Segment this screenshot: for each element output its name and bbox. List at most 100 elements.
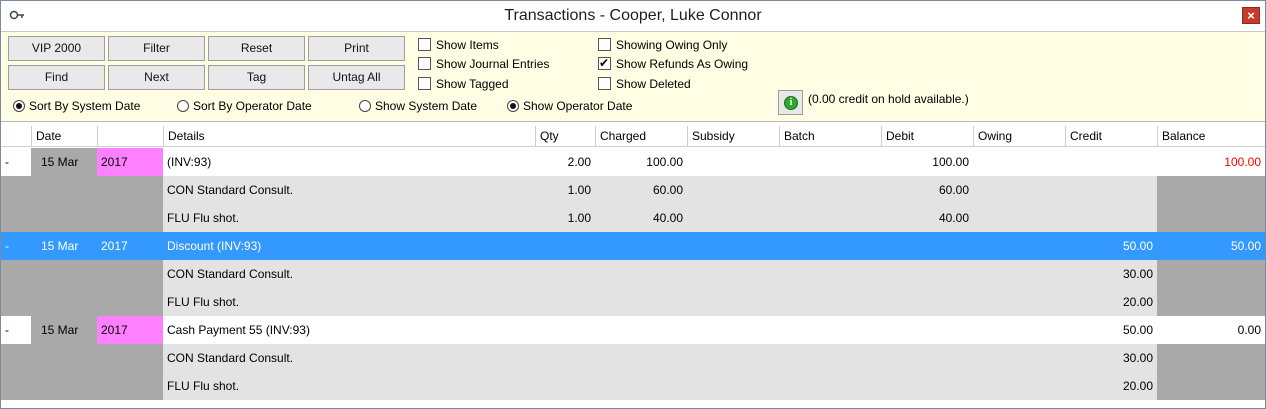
sort-system-date-radio[interactable]: Sort By System Date: [13, 98, 140, 114]
sort-operator-date-dot[interactable]: [177, 100, 189, 112]
item-row[interactable]: CON Standard Consult. 1.00 60.00 60.00: [1, 176, 1265, 204]
details-cell: CON Standard Consult.: [167, 183, 294, 197]
qty-cell: 1.00: [567, 211, 591, 225]
credit-cell: [1065, 176, 1157, 204]
next-button[interactable]: Next: [108, 65, 205, 90]
marker-cell: [1, 260, 31, 288]
refunds-owing-label: Show Refunds As Owing: [616, 57, 749, 71]
owing-only-checkbox[interactable]: Showing Owing Only: [598, 37, 727, 53]
balance-cell: [1157, 176, 1265, 204]
balance-cell: 50.00: [1230, 239, 1261, 253]
transaction-row[interactable]: - 15 Mar 2017 Discount (INV:93) 50.00 50.00: [1, 232, 1265, 260]
toolbar: VIP 2000 Filter Reset Print Find Next Ta…: [1, 32, 1265, 122]
year-cell: [97, 372, 163, 400]
refunds-owing-checkbox[interactable]: Show Refunds As Owing: [598, 55, 749, 72]
sort-operator-date-label: Sort By Operator Date: [193, 99, 312, 113]
owing-only-box[interactable]: [598, 38, 611, 51]
credit-cell: 20.00: [1122, 379, 1153, 393]
debit-cell: 60.00: [938, 183, 969, 197]
show-system-date-dot[interactable]: [359, 100, 371, 112]
item-row[interactable]: FLU Flu shot. 20.00: [1, 372, 1265, 400]
charged-cell: [595, 260, 687, 288]
show-operator-date-radio[interactable]: Show Operator Date: [507, 98, 632, 114]
balance-cell: 100.00: [1224, 155, 1261, 169]
year-cell: 2017: [97, 316, 163, 344]
sort-system-date-dot[interactable]: [13, 100, 25, 112]
show-journal-checkbox[interactable]: Show Journal Entries: [418, 56, 549, 72]
show-deleted-box[interactable]: [598, 77, 611, 90]
transaction-row[interactable]: - 15 Mar 2017 Cash Payment 55 (INV:93) 50.00…: [1, 316, 1265, 344]
col-qty[interactable]: Qty: [535, 126, 595, 146]
transaction-row[interactable]: - 15 Mar 2017 (INV:93) 2.00 100.00 100.00 100.0…: [1, 148, 1265, 176]
date-cell: [31, 288, 97, 316]
col-credit[interactable]: Credit: [1065, 126, 1157, 146]
details-cell: FLU Flu shot.: [167, 295, 240, 309]
find-button[interactable]: Find: [8, 65, 105, 90]
col-details[interactable]: Details: [163, 126, 535, 146]
qty-cell: [535, 232, 595, 260]
qty-cell: 2.00: [567, 155, 591, 169]
show-system-date-radio[interactable]: Show System Date: [359, 98, 477, 114]
year-cell: 2017: [97, 148, 163, 176]
charged-cell: [595, 344, 687, 372]
show-tagged-checkbox[interactable]: Show Tagged: [418, 76, 509, 92]
item-row[interactable]: FLU Flu shot. 1.00 40.00 40.00: [1, 204, 1265, 232]
col-subsidy[interactable]: Subsidy: [687, 126, 779, 146]
show-deleted-checkbox[interactable]: Show Deleted: [598, 76, 691, 92]
item-row[interactable]: CON Standard Consult. 30.00: [1, 344, 1265, 372]
col-charged[interactable]: Charged: [595, 126, 687, 146]
year-cell: [97, 204, 163, 232]
show-operator-date-label: Show Operator Date: [523, 99, 633, 113]
col-batch[interactable]: Batch: [779, 126, 881, 146]
window-title: Transactions - Cooper, Luke Connor: [504, 7, 762, 24]
date-cell: [31, 204, 97, 232]
col-balance[interactable]: Balance: [1157, 126, 1265, 146]
qty-cell: [535, 316, 595, 344]
item-row[interactable]: CON Standard Consult. 30.00: [1, 260, 1265, 288]
show-items-box[interactable]: [418, 38, 431, 51]
tag-button[interactable]: Tag: [208, 65, 305, 90]
debit-cell: [881, 316, 973, 344]
marker-cell: [1, 288, 31, 316]
untag-all-button[interactable]: Untag All: [308, 65, 405, 90]
col-year[interactable]: [97, 126, 163, 146]
show-journal-label: Show Journal Entries: [436, 57, 550, 71]
details-cell: FLU Flu shot.: [167, 211, 240, 225]
details-cell: CON Standard Consult.: [167, 351, 294, 365]
transactions-grid: Date Details Qty Charged Subsidy Batch D…: [1, 122, 1265, 408]
col-owing[interactable]: Owing: [973, 126, 1065, 146]
reset-button[interactable]: Reset: [208, 36, 305, 61]
details-cell: Cash Payment 55 (INV:93): [167, 323, 310, 337]
show-operator-date-dot[interactable]: [507, 100, 519, 112]
info-icon: i: [784, 96, 798, 110]
date-cell: 15 Mar: [31, 148, 97, 176]
transactions-window: Transactions - Cooper, Luke Connor × VIP…: [0, 0, 1266, 409]
show-items-checkbox[interactable]: Show Items: [418, 37, 499, 53]
refunds-owing-box[interactable]: [598, 55, 611, 71]
marker-cell: -: [5, 155, 9, 169]
vip-button[interactable]: VIP 2000: [8, 36, 105, 61]
charged-cell: 40.00: [652, 211, 683, 225]
credit-on-hold-note: (0.00 credit on hold available.): [808, 92, 969, 106]
close-button[interactable]: ×: [1242, 7, 1260, 24]
credit-info-button[interactable]: i: [778, 90, 803, 115]
date-cell: 15 Mar: [41, 239, 79, 253]
owing-only-label: Showing Owing Only: [616, 38, 728, 52]
sort-operator-date-radio[interactable]: Sort By Operator Date: [177, 98, 312, 114]
show-items-label: Show Items: [436, 38, 499, 52]
show-journal-box[interactable]: [418, 57, 431, 70]
show-deleted-label: Show Deleted: [616, 77, 691, 91]
col-debit[interactable]: Debit: [881, 126, 973, 146]
show-tagged-box[interactable]: [418, 77, 431, 90]
item-row[interactable]: FLU Flu shot. 20.00: [1, 288, 1265, 316]
qty-cell: [535, 260, 595, 288]
grid-header: Date Details Qty Charged Subsidy Batch D…: [1, 126, 1265, 147]
print-button[interactable]: Print: [308, 36, 405, 61]
marker-cell: -: [5, 239, 9, 253]
charged-cell: [595, 316, 687, 344]
filter-button[interactable]: Filter: [108, 36, 205, 61]
marker-cell: [1, 176, 31, 204]
balance-cell: [1157, 260, 1265, 288]
details-cell: FLU Flu shot.: [167, 379, 240, 393]
col-date[interactable]: Date: [31, 126, 97, 146]
